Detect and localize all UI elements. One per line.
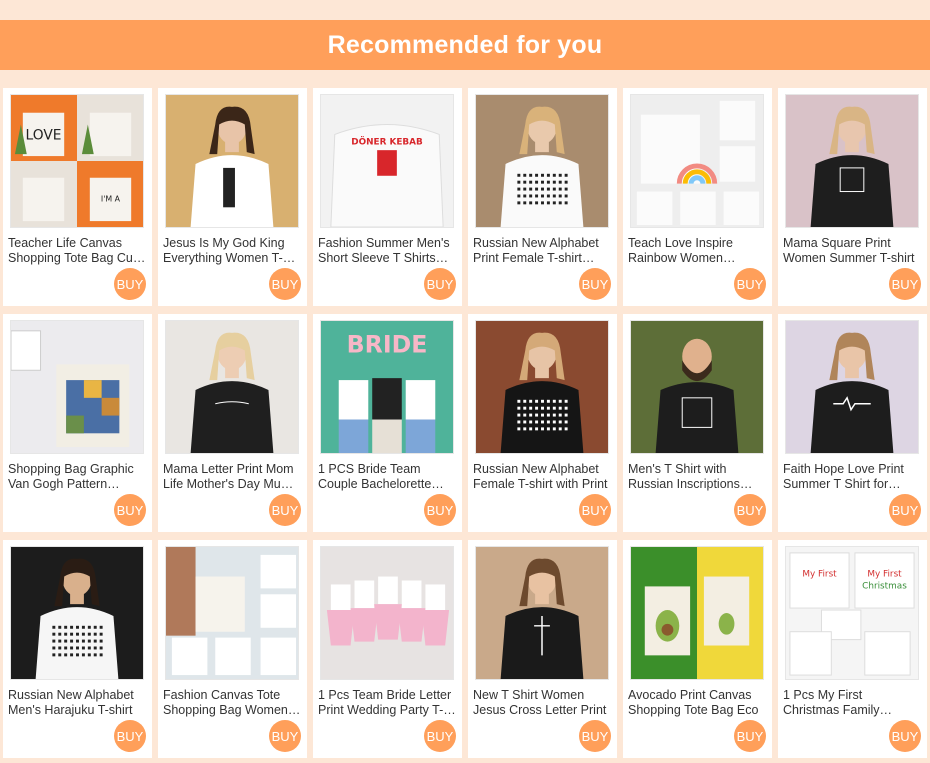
product-title[interactable]: Russian New Alphabet Men's Harajuku T-sh…: [8, 688, 146, 718]
buy-button[interactable]: BUY: [114, 268, 146, 300]
product-card[interactable]: LOVE I'M A Teacher Life Canvas Shopping …: [3, 88, 152, 306]
buy-button[interactable]: BUY: [424, 720, 456, 752]
buy-button[interactable]: BUY: [579, 494, 611, 526]
product-card[interactable]: Russian New Alphabet Female T-shirt with…: [468, 314, 617, 532]
product-card[interactable]: 1 Pcs Team Bride Letter Print Wedding Pa…: [313, 540, 462, 758]
buy-button[interactable]: BUY: [269, 268, 301, 300]
svg-text:DÖNER KEBAB: DÖNER KEBAB: [351, 136, 423, 147]
product-title[interactable]: Russian New Alphabet Print Female T-shir…: [473, 236, 611, 266]
product-image[interactable]: [630, 546, 764, 680]
product-card[interactable]: Avocado Print Canvas Shopping Tote Bag E…: [623, 540, 772, 758]
svg-text:My First: My First: [867, 570, 902, 580]
svg-text:I'M A: I'M A: [101, 194, 121, 203]
product-title[interactable]: 1 PCS Bride Team Couple Bachelorette Par…: [318, 462, 456, 492]
buy-button[interactable]: BUY: [734, 720, 766, 752]
product-title[interactable]: Men's T Shirt with Russian Inscriptions …: [628, 462, 766, 492]
buy-button[interactable]: BUY: [734, 268, 766, 300]
product-card[interactable]: Faith Hope Love Print Summer T Shirt for…: [778, 314, 927, 532]
product-card[interactable]: Men's T Shirt with Russian Inscriptions …: [623, 314, 772, 532]
product-card[interactable]: New T Shirt Women Jesus Cross Letter Pri…: [468, 540, 617, 758]
product-title[interactable]: Mama Square Print Women Summer T-shirt: [783, 236, 921, 266]
product-title[interactable]: 1 Pcs Team Bride Letter Print Wedding Pa…: [318, 688, 456, 718]
product-title[interactable]: Faith Hope Love Print Summer T Shirt for…: [783, 462, 921, 492]
product-card[interactable]: Teach Love Inspire Rainbow Women Canvas …: [623, 88, 772, 306]
section-title: Recommended for you: [327, 30, 603, 59]
product-title[interactable]: Shopping Bag Graphic Van Gogh Pattern Ca…: [8, 462, 146, 492]
product-title[interactable]: Fashion Summer Men's Short Sleeve T Shir…: [318, 236, 456, 266]
product-image[interactable]: [785, 94, 919, 228]
product-card[interactable]: Mama Letter Print Mom Life Mother's Day …: [158, 314, 307, 532]
product-image[interactable]: [475, 546, 609, 680]
buy-button[interactable]: BUY: [114, 720, 146, 752]
product-card[interactable]: Mama Square Print Women Summer T-shirt BU…: [778, 88, 927, 306]
product-image[interactable]: [165, 320, 299, 454]
recommended-header: Recommended for you: [0, 20, 930, 70]
product-card[interactable]: Russian New Alphabet Print Female T-shir…: [468, 88, 617, 306]
product-card[interactable]: Russian New Alphabet Men's Harajuku T-sh…: [3, 540, 152, 758]
product-card[interactable]: DÖNER KEBAB Fashion Summer Men's Short S…: [313, 88, 462, 306]
svg-text:BRIDE: BRIDE: [347, 331, 428, 359]
product-image[interactable]: [165, 94, 299, 228]
product-card[interactable]: Shopping Bag Graphic Van Gogh Pattern Ca…: [3, 314, 152, 532]
product-image[interactable]: DÖNER KEBAB: [320, 94, 454, 228]
buy-button[interactable]: BUY: [424, 268, 456, 300]
product-grid: LOVE I'M A Teacher Life Canvas Shopping …: [0, 88, 927, 758]
product-title[interactable]: Russian New Alphabet Female T-shirt with…: [473, 462, 611, 492]
buy-button[interactable]: BUY: [579, 268, 611, 300]
buy-button[interactable]: BUY: [269, 720, 301, 752]
product-image[interactable]: [320, 546, 454, 680]
product-image[interactable]: [10, 546, 144, 680]
buy-button[interactable]: BUY: [889, 720, 921, 752]
product-title[interactable]: Mama Letter Print Mom Life Mother's Day …: [163, 462, 301, 492]
product-image[interactable]: [475, 320, 609, 454]
svg-text:LOVE: LOVE: [26, 127, 62, 143]
buy-button[interactable]: BUY: [269, 494, 301, 526]
product-title[interactable]: Teach Love Inspire Rainbow Women Canvas …: [628, 236, 766, 266]
product-image[interactable]: BRIDE: [320, 320, 454, 454]
buy-button[interactable]: BUY: [579, 720, 611, 752]
product-title[interactable]: 1 Pcs My First Christmas Family Matching…: [783, 688, 921, 718]
product-image[interactable]: [630, 94, 764, 228]
buy-button[interactable]: BUY: [734, 494, 766, 526]
product-title[interactable]: Avocado Print Canvas Shopping Tote Bag E…: [628, 688, 766, 718]
product-title[interactable]: Fashion Canvas Tote Shopping Bag Women Q…: [163, 688, 301, 718]
product-title[interactable]: New T Shirt Women Jesus Cross Letter Pri…: [473, 688, 611, 718]
product-title[interactable]: Teacher Life Canvas Shopping Tote Bag Cu…: [8, 236, 146, 266]
product-card[interactable]: My First My First Christmas 1 Pcs My Firs…: [778, 540, 927, 758]
buy-button[interactable]: BUY: [889, 268, 921, 300]
svg-text:My First: My First: [802, 570, 837, 580]
buy-button[interactable]: BUY: [889, 494, 921, 526]
product-title[interactable]: Jesus Is My God King Everything Women T-…: [163, 236, 301, 266]
buy-button[interactable]: BUY: [114, 494, 146, 526]
product-image[interactable]: [475, 94, 609, 228]
product-image[interactable]: LOVE I'M A: [10, 94, 144, 228]
product-image[interactable]: [630, 320, 764, 454]
product-card[interactable]: Jesus Is My God King Everything Women T-…: [158, 88, 307, 306]
product-card[interactable]: Fashion Canvas Tote Shopping Bag Women Q…: [158, 540, 307, 758]
product-card[interactable]: BRIDE 1 PCS Bride Team Couple Bacheloret…: [313, 314, 462, 532]
buy-button[interactable]: BUY: [424, 494, 456, 526]
product-image[interactable]: My First My First Christmas: [785, 546, 919, 680]
product-image[interactable]: [785, 320, 919, 454]
svg-text:Christmas: Christmas: [862, 581, 907, 591]
product-image[interactable]: [10, 320, 144, 454]
product-image[interactable]: [165, 546, 299, 680]
